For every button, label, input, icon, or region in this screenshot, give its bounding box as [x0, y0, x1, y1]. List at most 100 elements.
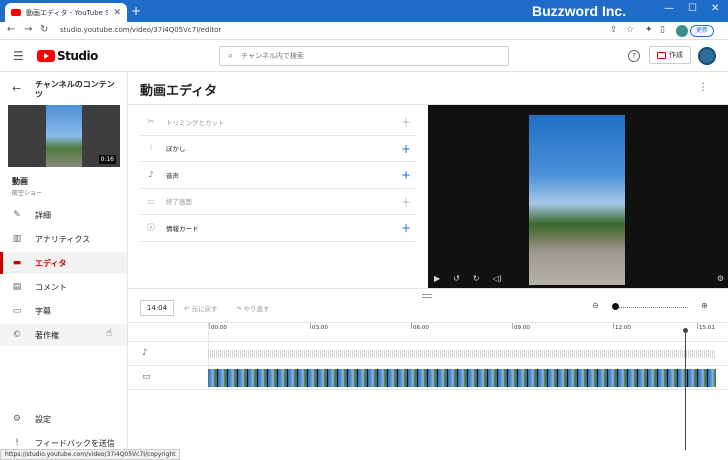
- video-duration: 0:16: [98, 155, 116, 164]
- video-thumbnail[interactable]: 0:16: [8, 105, 120, 167]
- volume-icon[interactable]: ◁): [493, 274, 502, 283]
- sidebar-item-details[interactable]: ✎ 詳細: [0, 204, 127, 226]
- studio-logo[interactable]: Studio: [37, 49, 98, 63]
- video-preview[interactable]: ▶ ↺ ↻ ◁) ⚙: [428, 105, 728, 288]
- youtube-favicon-icon: [11, 9, 21, 16]
- timeline-toolbar: 14:04 ↶ 元に戻す ↷ やり直す ⊖ ⊕: [128, 288, 728, 322]
- time-tick: 03:00: [310, 323, 328, 331]
- blur-icon: ⦙: [150, 143, 152, 153]
- sidebar-item-comments[interactable]: ▤ コメント: [0, 276, 127, 298]
- profile-avatar[interactable]: [676, 25, 688, 37]
- bookmark-star-icon[interactable]: ☆: [626, 25, 634, 35]
- update-button[interactable]: 更新: [690, 25, 714, 37]
- more-options-icon[interactable]: ⋮: [698, 82, 708, 93]
- gear-icon: ⚙: [12, 414, 22, 424]
- close-tab-icon[interactable]: ✕: [113, 8, 121, 18]
- add-icon[interactable]: +: [401, 142, 411, 156]
- tool-endscreen[interactable]: ▭ 終了画面 +: [140, 189, 417, 215]
- player-settings-icon[interactable]: ⚙: [717, 274, 724, 283]
- extensions-icon[interactable]: ✦: [645, 25, 653, 35]
- playhead-line[interactable]: [685, 330, 686, 450]
- zoom-in-icon[interactable]: ⊕: [701, 301, 708, 310]
- video-track[interactable]: ▭: [128, 366, 728, 390]
- forward-icon[interactable]: ↻: [473, 274, 480, 283]
- sidepanel-icon[interactable]: ▯: [660, 25, 665, 35]
- logo-text: Studio: [57, 49, 98, 63]
- editor-icon: ▬: [12, 258, 22, 268]
- video-filmstrip: [208, 369, 716, 387]
- tool-label: 情報カード: [166, 224, 199, 233]
- play-icon[interactable]: ▶: [434, 274, 440, 283]
- forward-nav-icon[interactable]: →: [24, 24, 32, 35]
- pencil-icon: ✎: [13, 210, 21, 220]
- music-icon: ♪: [142, 348, 148, 358]
- create-label: 作成: [669, 51, 683, 59]
- browser-tab-title: 動画エディタ - YouTube Studio: [26, 8, 109, 17]
- tool-label: トリミングとカット: [166, 118, 225, 127]
- time-tick: 12:00: [613, 323, 631, 331]
- address-bar: ← → ↻ studio.youtube.com/video/37i4Q05Vc…: [0, 22, 728, 40]
- brand-watermark: Buzzword Inc.: [532, 3, 627, 19]
- search-icon: ⌕: [228, 51, 234, 61]
- video-camera-icon: ▭: [142, 372, 151, 382]
- window-close-icon[interactable]: ✕: [711, 3, 719, 14]
- time-tick: 06:00: [411, 323, 429, 331]
- account-avatar[interactable]: [698, 47, 716, 65]
- analytics-icon: ▥: [12, 234, 22, 244]
- sidebar: ← チャンネルのコンテンツ 0:16 動画 航空ショー ✎ 詳細 ▥ アナリティ…: [0, 72, 128, 460]
- audio-track[interactable]: ♪: [128, 342, 728, 366]
- sidebar-item-editor[interactable]: ▬ エディタ: [0, 252, 127, 274]
- sidebar-item-label: 詳細: [35, 210, 51, 220]
- sidebar-item-label: 字幕: [35, 306, 51, 316]
- zoom-out-icon[interactable]: ⊖: [592, 301, 599, 310]
- redo-label: やり直す: [243, 305, 270, 313]
- sidebar-item-analytics[interactable]: ▥ アナリティクス: [0, 228, 127, 250]
- video-frame: [529, 115, 625, 285]
- sidebar-item-settings[interactable]: ⚙ 設定: [0, 408, 127, 430]
- undo-button[interactable]: ↶ 元に戻す: [184, 303, 218, 313]
- sidebar-item-label: 設定: [35, 414, 51, 424]
- music-icon: ♪: [148, 170, 154, 180]
- tool-blur[interactable]: ⦙ ぼかし +: [140, 136, 417, 162]
- tool-audio[interactable]: ♪ 音声 +: [140, 162, 417, 189]
- add-icon[interactable]: +: [401, 115, 411, 129]
- add-icon[interactable]: +: [401, 221, 411, 235]
- feedback-icon: !: [15, 438, 19, 448]
- share-icon[interactable]: ⇪: [610, 25, 618, 35]
- back-arrow-icon[interactable]: ←: [12, 82, 21, 95]
- menu-icon[interactable]: ☰: [13, 49, 24, 63]
- resize-handle[interactable]: [422, 294, 432, 298]
- time-tick: 15:01: [697, 323, 715, 331]
- help-icon[interactable]: ?: [628, 50, 640, 62]
- reload-icon[interactable]: ↻: [40, 24, 48, 35]
- sidebar-item-label: 著作権: [35, 330, 59, 340]
- channel-content-title: チャンネルのコンテンツ: [35, 80, 115, 99]
- minimize-icon[interactable]: —: [664, 3, 674, 14]
- create-button[interactable]: 作成: [649, 46, 691, 64]
- scissors-icon: ✂: [147, 117, 155, 127]
- studio-header: ☰ Studio ⌕ ? 作成: [0, 40, 728, 72]
- player-controls: ▶ ↺ ↻ ◁): [434, 274, 502, 283]
- add-icon[interactable]: +: [401, 195, 411, 209]
- browser-tab[interactable]: 動画エディタ - YouTube Studio ✕: [5, 3, 127, 22]
- tool-label: 音声: [166, 171, 179, 180]
- sidebar-item-copyright[interactable]: © 著作権 ☝: [0, 324, 127, 346]
- search-box[interactable]: ⌕: [219, 46, 509, 66]
- sidebar-item-subtitles[interactable]: ▭ 字幕: [0, 300, 127, 322]
- zoom-slider-track[interactable]: [614, 307, 688, 308]
- add-icon[interactable]: +: [401, 168, 411, 182]
- tool-trim[interactable]: ✂ トリミングとカット +: [140, 109, 417, 136]
- rewind-icon[interactable]: ↺: [453, 274, 460, 283]
- current-time-field[interactable]: 14:04: [140, 300, 174, 316]
- url-field[interactable]: studio.youtube.com/video/37i4Q05Vc7I/edi…: [60, 26, 221, 34]
- maximize-icon[interactable]: ☐: [688, 3, 697, 14]
- browser-tab-strip: 動画エディタ - YouTube Studio ✕ + Buzzword Inc…: [0, 0, 728, 22]
- tool-info-cards[interactable]: ⓘ 情報カード +: [140, 215, 417, 242]
- zoom-slider-knob[interactable]: [612, 303, 619, 310]
- copyright-icon: ©: [12, 330, 22, 340]
- new-tab-icon[interactable]: +: [131, 4, 141, 18]
- search-input[interactable]: [241, 52, 482, 60]
- redo-button[interactable]: ↷ やり直す: [236, 303, 270, 313]
- timeline-ruler[interactable]: 00:00 03:00 06:00 09:00 12:00 15:01: [128, 322, 728, 343]
- back-nav-icon[interactable]: ←: [7, 24, 15, 35]
